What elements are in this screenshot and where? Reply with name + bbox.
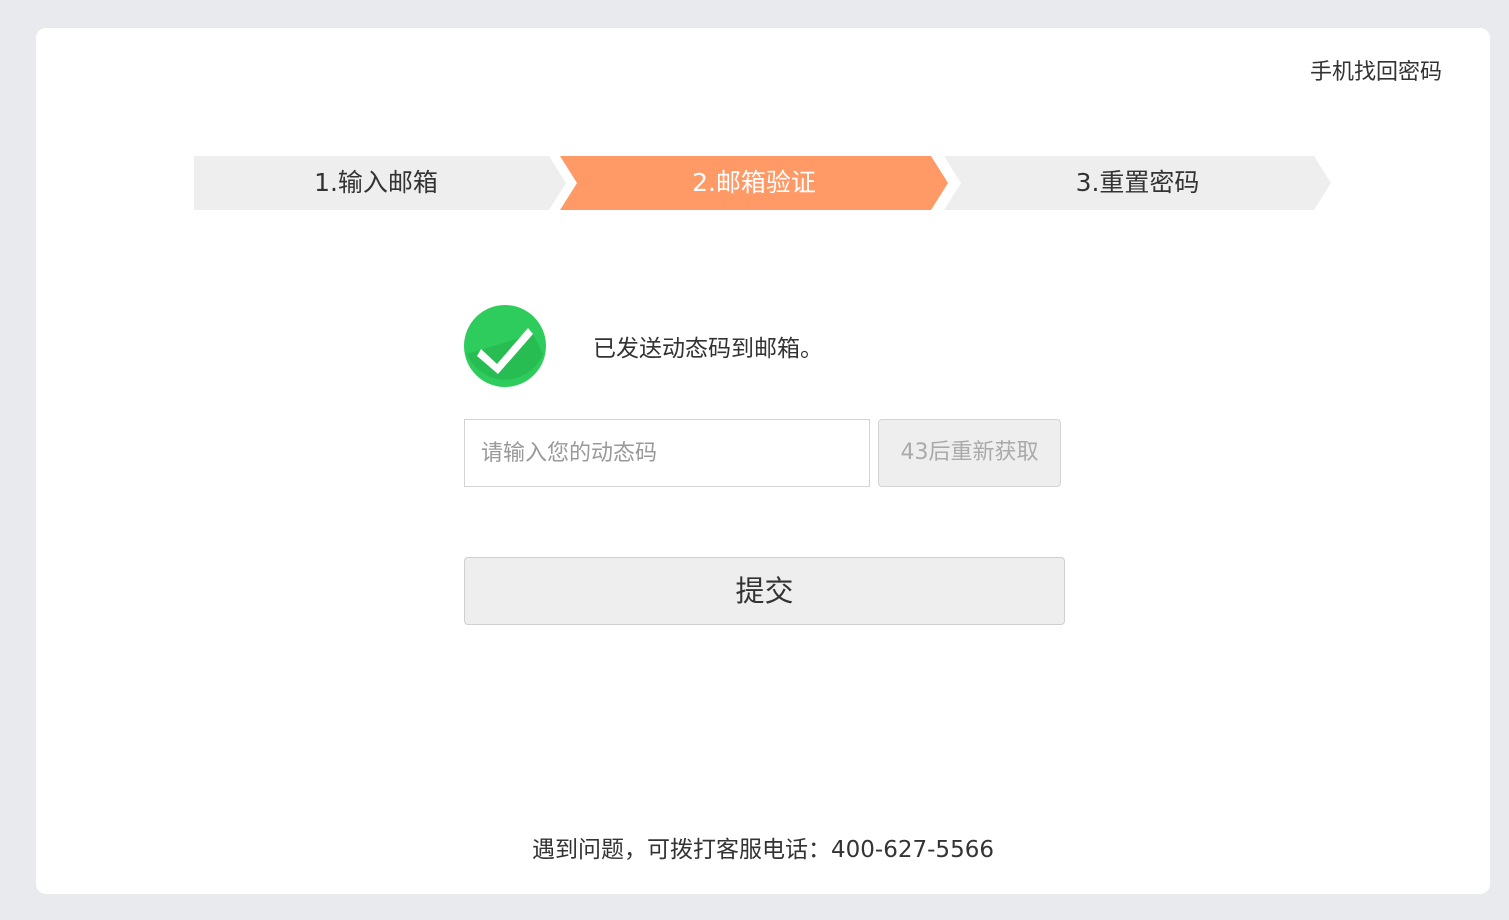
resend-code-button[interactable]: 43后重新获取 bbox=[878, 419, 1061, 487]
step-1-label: 1.输入邮箱 bbox=[314, 168, 438, 197]
submit-button[interactable]: 提交 bbox=[464, 557, 1065, 625]
footer-help-text: 遇到问题，可拨打客服电话：400-627-5566 bbox=[532, 837, 994, 863]
recovery-card: 手机找回密码 1.输入邮箱 2.邮箱验证 3.重置密码 已发送动态码到邮箱。 4… bbox=[36, 28, 1490, 894]
progress-steps: 1.输入邮箱 2.邮箱验证 3.重置密码 bbox=[194, 156, 1334, 210]
status-text: 已发送动态码到邮箱。 bbox=[593, 336, 823, 362]
status-message-row: 已发送动态码到邮箱。 bbox=[463, 304, 823, 388]
check-circle-icon bbox=[464, 305, 546, 387]
step-3-label: 3.重置密码 bbox=[1075, 168, 1200, 197]
step-2-label: 2.邮箱验证 bbox=[692, 168, 816, 197]
dynamic-code-input[interactable] bbox=[464, 419, 870, 487]
phone-recovery-link[interactable]: 手机找回密码 bbox=[1310, 54, 1442, 86]
